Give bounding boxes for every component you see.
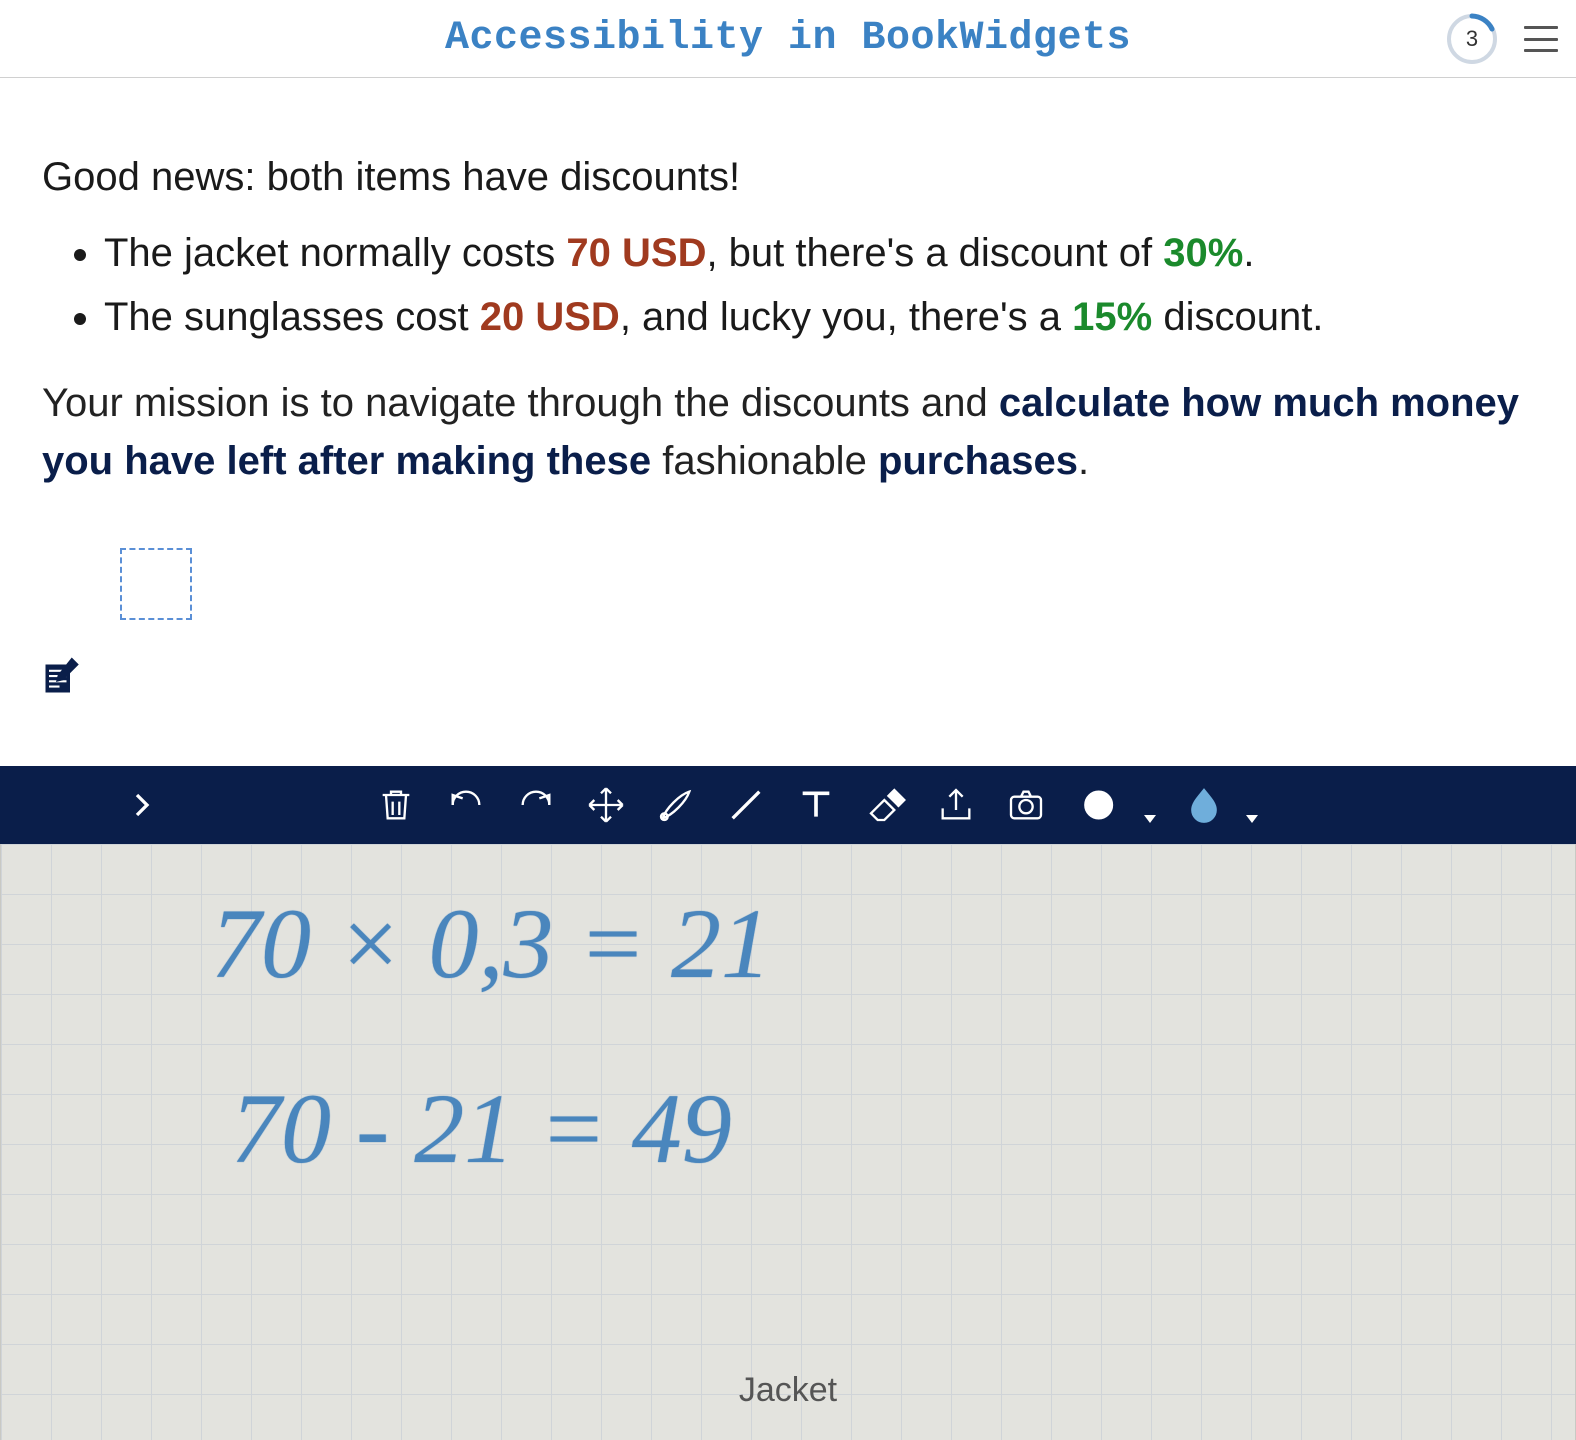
- text-tool-icon[interactable]: [788, 777, 844, 833]
- item-list: The jacket normally costs 70 USD, but th…: [104, 224, 1534, 346]
- whiteboard: 70 × 0,3 = 21 70 - 21 = 49 Jacket: [0, 766, 1576, 1440]
- progress-badge[interactable]: 3: [1446, 13, 1498, 65]
- sunglasses-discount: 15%: [1072, 295, 1152, 339]
- header-actions: 3: [1446, 0, 1558, 78]
- handwriting-line: 70 - 21 = 49: [231, 1079, 732, 1179]
- question-content: Good news: both items have discounts! Th…: [0, 78, 1576, 490]
- color-picker[interactable]: [1068, 777, 1136, 833]
- brush-icon[interactable]: [648, 777, 704, 833]
- expand-icon[interactable]: [114, 777, 170, 833]
- page-title: Accessibility in BookWidgets: [445, 16, 1131, 61]
- whiteboard-toolbar: [0, 766, 1576, 844]
- trash-icon[interactable]: [368, 777, 424, 833]
- eraser-icon[interactable]: [858, 777, 914, 833]
- jacket-price: 70 USD: [566, 231, 706, 275]
- list-item: The jacket normally costs 70 USD, but th…: [104, 224, 1534, 282]
- mission-text: Your mission is to navigate through the …: [42, 374, 1534, 490]
- list-item: The sunglasses cost 20 USD, and lucky yo…: [104, 288, 1534, 346]
- whiteboard-canvas[interactable]: 70 × 0,3 = 21 70 - 21 = 49 Jacket: [0, 844, 1576, 1440]
- undo-icon[interactable]: [438, 777, 494, 833]
- jacket-discount: 30%: [1163, 231, 1243, 275]
- move-icon[interactable]: [578, 777, 634, 833]
- redo-icon[interactable]: [508, 777, 564, 833]
- canvas-caption: Jacket: [1, 1371, 1575, 1410]
- chevron-down-icon[interactable]: [1246, 815, 1258, 823]
- chevron-down-icon[interactable]: [1144, 815, 1156, 823]
- intro-text: Good news: both items have discounts!: [42, 148, 1534, 206]
- camera-icon[interactable]: [998, 777, 1054, 833]
- handwriting-line: 70 × 0,3 = 21: [211, 894, 771, 994]
- menu-icon[interactable]: [1524, 26, 1558, 52]
- edit-icon[interactable]: [42, 654, 84, 696]
- header-bar: Accessibility in BookWidgets 3: [0, 0, 1576, 78]
- share-icon[interactable]: [928, 777, 984, 833]
- sunglasses-price: 20 USD: [480, 295, 620, 339]
- progress-number: 3: [1446, 13, 1498, 65]
- selection-placeholder[interactable]: [120, 548, 192, 620]
- opacity-picker[interactable]: [1170, 777, 1238, 833]
- line-icon[interactable]: [718, 777, 774, 833]
- answer-area: [0, 508, 1576, 696]
